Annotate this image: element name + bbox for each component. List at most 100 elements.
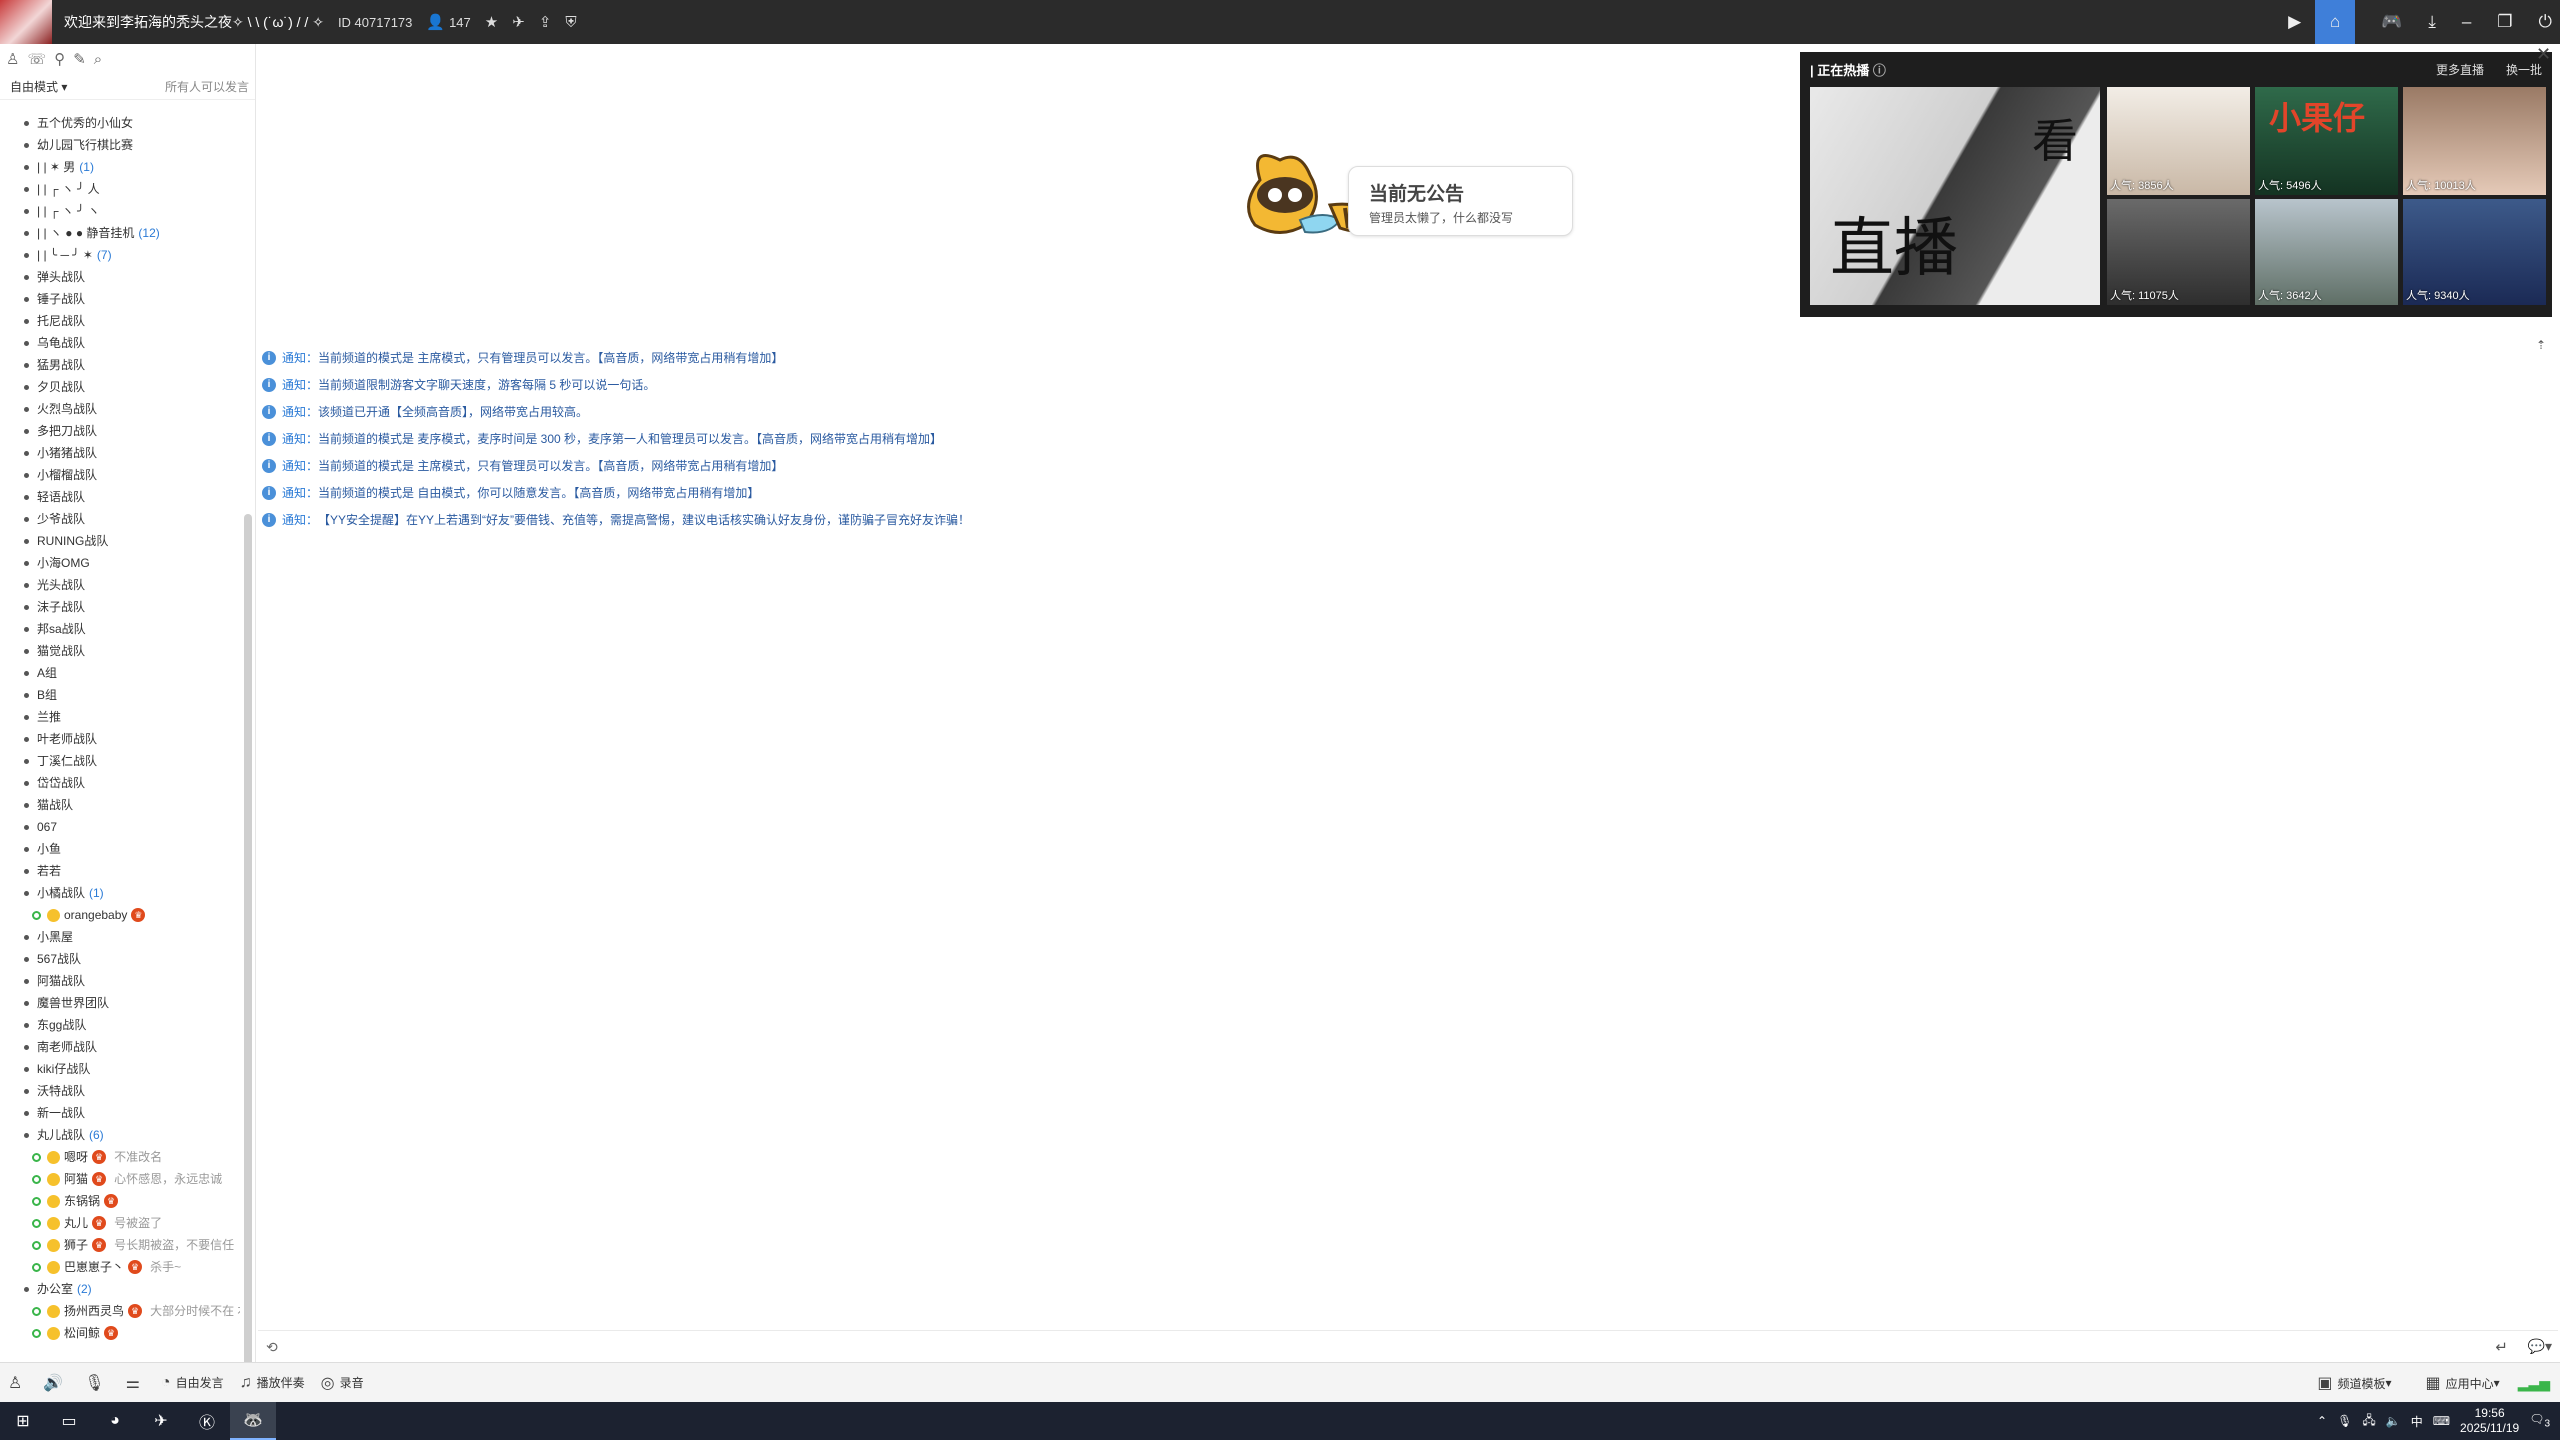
channel-template-button[interactable]: ▣ 频道模板 ▾ xyxy=(2317,1373,2391,1393)
hot-thumb-5[interactable]: 人气: 3642人 xyxy=(2255,199,2398,305)
free-speak-button[interactable]: ◔ 自由发言 xyxy=(161,1374,224,1392)
hot-thumb-6[interactable]: 人气: 9340人 xyxy=(2403,199,2546,305)
hot-thumb-3[interactable]: 人气: 10013人 xyxy=(2403,87,2546,195)
channel-node[interactable]: 乌龟战队 xyxy=(0,332,240,354)
home-icon[interactable]: ⌂ xyxy=(2315,0,2356,44)
share-icon[interactable]: ⇪ xyxy=(539,13,552,31)
search-icon[interactable]: ⌕ xyxy=(94,51,102,68)
location-icon[interactable]: ⚲ xyxy=(54,50,65,68)
channel-node[interactable]: 沃特战队 xyxy=(0,1080,240,1102)
keyboard-icon[interactable]: ⌨ xyxy=(2433,1414,2450,1428)
channel-node[interactable]: | | ヽ ● ● 静音挂机 (12) xyxy=(0,222,240,244)
channel-node[interactable]: | | ✶ 男 (1) xyxy=(0,156,240,178)
channel-node[interactable]: 猫战队 xyxy=(0,794,240,816)
channel-node[interactable]: 猛男战队 xyxy=(0,354,240,376)
star-icon[interactable]: ★ xyxy=(485,13,498,31)
channel-node[interactable]: 猫觉战队 xyxy=(0,640,240,662)
font-style-icon[interactable]: ⟲ xyxy=(266,1339,278,1356)
channel-node[interactable]: 锤子战队 xyxy=(0,288,240,310)
channel-node[interactable]: 弹头战队 xyxy=(0,266,240,288)
speaker-icon[interactable]: 🔊 xyxy=(43,1373,68,1393)
channel-node[interactable]: 多把刀战队 xyxy=(0,420,240,442)
channel-node[interactable]: 小猪猪战队 xyxy=(0,442,240,464)
gamepad-icon[interactable]: 🎮 xyxy=(2381,12,2402,32)
edit-icon[interactable]: ✎ xyxy=(73,50,86,68)
more-live-link[interactable]: 更多直播 xyxy=(2436,61,2484,78)
record-button[interactable]: ◎ 录音 xyxy=(321,1373,364,1393)
microphone-icon[interactable]: 🎙 xyxy=(84,1373,109,1393)
channel-node[interactable]: B组 xyxy=(0,684,240,706)
channel-avatar[interactable] xyxy=(0,0,52,44)
channel-node[interactable]: | | ┌ ヽ ╯ ヽ xyxy=(0,200,240,222)
channel-node[interactable]: 火烈鸟战队 xyxy=(0,398,240,420)
channel-node[interactable]: 567战队 xyxy=(0,948,240,970)
app-center-button[interactable]: ▦ 应用中心 ▾ xyxy=(2426,1373,2500,1393)
channel-node[interactable]: 轻语战队 xyxy=(0,486,240,508)
member-item[interactable]: 狮子 ♛ 号长期被盗，不要信任 xyxy=(0,1234,240,1256)
channel-node[interactable]: RUNING战队 xyxy=(0,530,240,552)
member-item[interactable]: orangebaby ♛ xyxy=(0,904,240,926)
hot-thumb-main[interactable]: 看 直播 xyxy=(1810,87,2100,305)
channel-node[interactable]: 岱岱战队 xyxy=(0,772,240,794)
message-options-icon[interactable]: 💬▾ xyxy=(2528,1338,2552,1355)
channel-node[interactable]: 兰推 xyxy=(0,706,240,728)
chat-icon[interactable]: ☏ xyxy=(27,50,46,68)
tray-expand-icon[interactable]: ⌃ xyxy=(2317,1414,2327,1428)
channel-node[interactable]: 丸儿战队 (6) xyxy=(0,1124,240,1146)
channel-node[interactable]: 小海OMG xyxy=(0,552,240,574)
member-item[interactable]: 嗯呀 ♛ 不准改名 xyxy=(0,1146,240,1168)
yy-app-icon[interactable]: 🦝 xyxy=(230,1402,276,1440)
mixer-icon[interactable]: ⚌ xyxy=(126,1373,145,1393)
member-item[interactable]: 松间鲸 ♛ xyxy=(0,1322,240,1344)
start-icon[interactable]: ⊞ xyxy=(0,1402,46,1440)
download-icon[interactable]: ⤓ xyxy=(2428,12,2436,32)
channel-node[interactable]: 夕贝战队 xyxy=(0,376,240,398)
help-icon[interactable]: ⓘ xyxy=(1873,63,1886,78)
channel-node[interactable]: 小榴榴战队 xyxy=(0,464,240,486)
channel-node[interactable]: 办公室 (2) xyxy=(0,1278,240,1300)
hot-thumb-1[interactable]: 人气: 3856人 xyxy=(2107,87,2250,195)
send-icon[interactable]: ↵ xyxy=(2495,1338,2508,1356)
mic-tray-icon[interactable]: 🎙 xyxy=(2337,1414,2352,1428)
channel-node[interactable]: 阿猫战队 xyxy=(0,970,240,992)
avatar-status-icon[interactable]: ♙ xyxy=(8,1373,27,1393)
pin-top-icon[interactable]: ⇡ xyxy=(2536,338,2546,352)
chat-input[interactable] xyxy=(288,1333,2488,1361)
shield-icon[interactable]: ⛨ xyxy=(565,14,576,31)
video-icon[interactable]: ▶ xyxy=(2288,12,2301,32)
member-item[interactable]: 扬州西灵鸟 ♛ 大部分时候不在 右 xyxy=(0,1300,240,1322)
channel-node[interactable]: | | ┌ ヽ ╯ 人 xyxy=(0,178,240,200)
channel-node[interactable]: 小黑屋 xyxy=(0,926,240,948)
ime-indicator[interactable]: 中 xyxy=(2411,1413,2423,1430)
member-item[interactable]: 巴崽崽子丶 ♛ 杀手~ xyxy=(0,1256,240,1278)
channel-node[interactable]: 少爷战队 xyxy=(0,508,240,530)
channel-node[interactable]: | | ╰ ─ ╯ ✶ (7) xyxy=(0,244,240,266)
power-icon[interactable]: ⏻ xyxy=(2539,12,2552,32)
channel-node[interactable]: 沫子战队 xyxy=(0,596,240,618)
channel-node[interactable]: kiki仔战队 xyxy=(0,1058,240,1080)
hot-thumb-2[interactable]: 小果仔 人气: 5496人 xyxy=(2255,87,2398,195)
person-icon[interactable]: ♙ xyxy=(6,50,19,68)
volume-icon[interactable]: 🔈 xyxy=(2386,1414,2401,1428)
clock[interactable]: 19:56 2025/11/19 xyxy=(2460,1406,2519,1436)
browser-icon[interactable]: ◕ xyxy=(92,1402,138,1440)
member-item[interactable]: 东锅锅 ♛ xyxy=(0,1190,240,1212)
notification-icon[interactable]: 🗨3 xyxy=(2529,1412,2550,1429)
channel-node[interactable]: 光头战队 xyxy=(0,574,240,596)
channel-node[interactable]: 叶老师战队 xyxy=(0,728,240,750)
channel-node[interactable]: A组 xyxy=(0,662,240,684)
channel-node[interactable]: 小鱼 xyxy=(0,838,240,860)
tree-scrollbar[interactable] xyxy=(244,514,252,1404)
feishu-icon[interactable]: ✈ xyxy=(138,1402,184,1440)
mode-dropdown[interactable]: 自由模式 ▾ xyxy=(10,78,67,95)
channel-node[interactable]: 五个优秀的小仙女 xyxy=(0,112,240,134)
network-icon[interactable]: 🖧 xyxy=(2362,1411,2375,1432)
accompany-button[interactable]: ♫ 播放伴奏 xyxy=(240,1374,305,1392)
channel-node[interactable]: 若若 xyxy=(0,860,240,882)
k-app-icon[interactable]: Ⓚ xyxy=(184,1402,230,1440)
channel-node[interactable]: 幼儿园飞行棋比赛 xyxy=(0,134,240,156)
channel-node[interactable]: 新一战队 xyxy=(0,1102,240,1124)
member-item[interactable]: 阿猫 ♛ 心怀感恩，永远忠诚 xyxy=(0,1168,240,1190)
close-icon[interactable]: ✕ xyxy=(2536,44,2551,65)
task-view-icon[interactable]: ▭ xyxy=(46,1402,92,1440)
